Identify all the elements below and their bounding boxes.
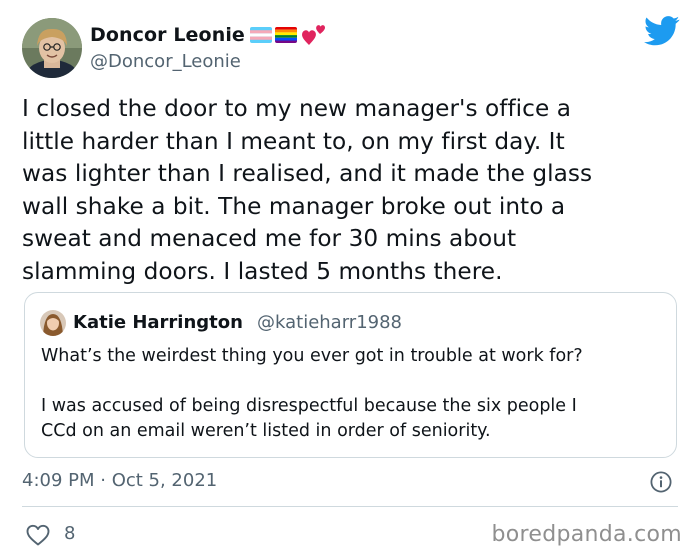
divider xyxy=(22,506,678,507)
tweet-text: I closed the door to my new manager's of… xyxy=(22,95,593,285)
quoted-avatar[interactable] xyxy=(40,310,66,336)
transgender-flag-icon xyxy=(250,27,272,43)
quoted-handle[interactable]: @katieharr1988 xyxy=(257,312,402,333)
heart-icon[interactable] xyxy=(26,524,50,546)
user-handle[interactable]: @Doncor_Leonie xyxy=(90,51,241,72)
twitter-bird-icon[interactable] xyxy=(644,16,680,46)
quoted-answer-text: I was accused of being disrespectful bec… xyxy=(41,396,577,441)
display-name[interactable]: Doncor Leonie xyxy=(90,24,245,46)
info-icon[interactable] xyxy=(650,471,672,493)
quoted-tweet[interactable]: Katie Harrington @katieharr1988 What’s t… xyxy=(24,292,677,458)
two-hearts-icon xyxy=(302,25,325,45)
watermark: boredpanda.com xyxy=(491,522,682,547)
tweet-timestamp[interactable]: 4:09 PM · Oct 5, 2021 xyxy=(22,470,217,491)
quoted-question-text: What’s the weirdest thing you ever got i… xyxy=(41,346,583,366)
name-emoji-group xyxy=(250,23,327,47)
avatar[interactable] xyxy=(22,18,82,78)
quoted-display-name[interactable]: Katie Harrington xyxy=(73,312,243,333)
rainbow-flag-icon xyxy=(275,27,297,43)
tweet-card: Doncor Leonie @Doncor_Leonie I closed th… xyxy=(0,0,700,560)
like-count: 8 xyxy=(64,523,76,544)
